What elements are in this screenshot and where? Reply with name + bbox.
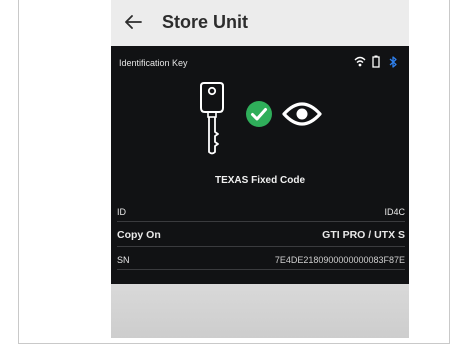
bluetooth-icon	[389, 56, 397, 68]
status-icons	[340, 55, 400, 71]
status-graphics	[111, 78, 409, 160]
detail-value: ID4C	[384, 207, 405, 217]
detail-label: Copy On	[117, 229, 161, 241]
detail-row-id: ID ID4C	[117, 203, 405, 222]
key-info-panel: Identification Key TEXAS Fixed Code ID I…	[111, 46, 409, 284]
detail-row-copy-on: Copy On GTI PRO / UTX S	[117, 226, 405, 247]
transponder-type: TEXAS Fixed Code	[214, 175, 305, 186]
check-circle-icon	[246, 101, 272, 127]
detail-value: GTI PRO / UTX S	[322, 229, 405, 241]
eye-icon	[282, 102, 322, 126]
bottom-bar	[111, 284, 409, 338]
battery-icon	[372, 55, 380, 68]
page-title: Store Unit	[162, 12, 249, 32]
arrow-left-icon	[125, 15, 142, 29]
app-header: Store Unit	[111, 0, 409, 46]
device-screen: Store Unit Identification Key TEXAS Fixe…	[111, 0, 409, 338]
status-label: Identification Key	[119, 58, 188, 68]
detail-label: ID	[117, 207, 126, 217]
wifi-icon	[354, 56, 366, 67]
detail-row-sn: SN 7E4DE2180900000000083F87E	[117, 251, 405, 270]
detail-value: 7E4DE2180900000000083F87E	[274, 255, 405, 265]
detail-label: SN	[117, 255, 130, 265]
key-icon	[200, 82, 224, 155]
screenshot-frame: Store Unit Identification Key TEXAS Fixe…	[18, 0, 450, 344]
back-button[interactable]	[119, 8, 147, 36]
